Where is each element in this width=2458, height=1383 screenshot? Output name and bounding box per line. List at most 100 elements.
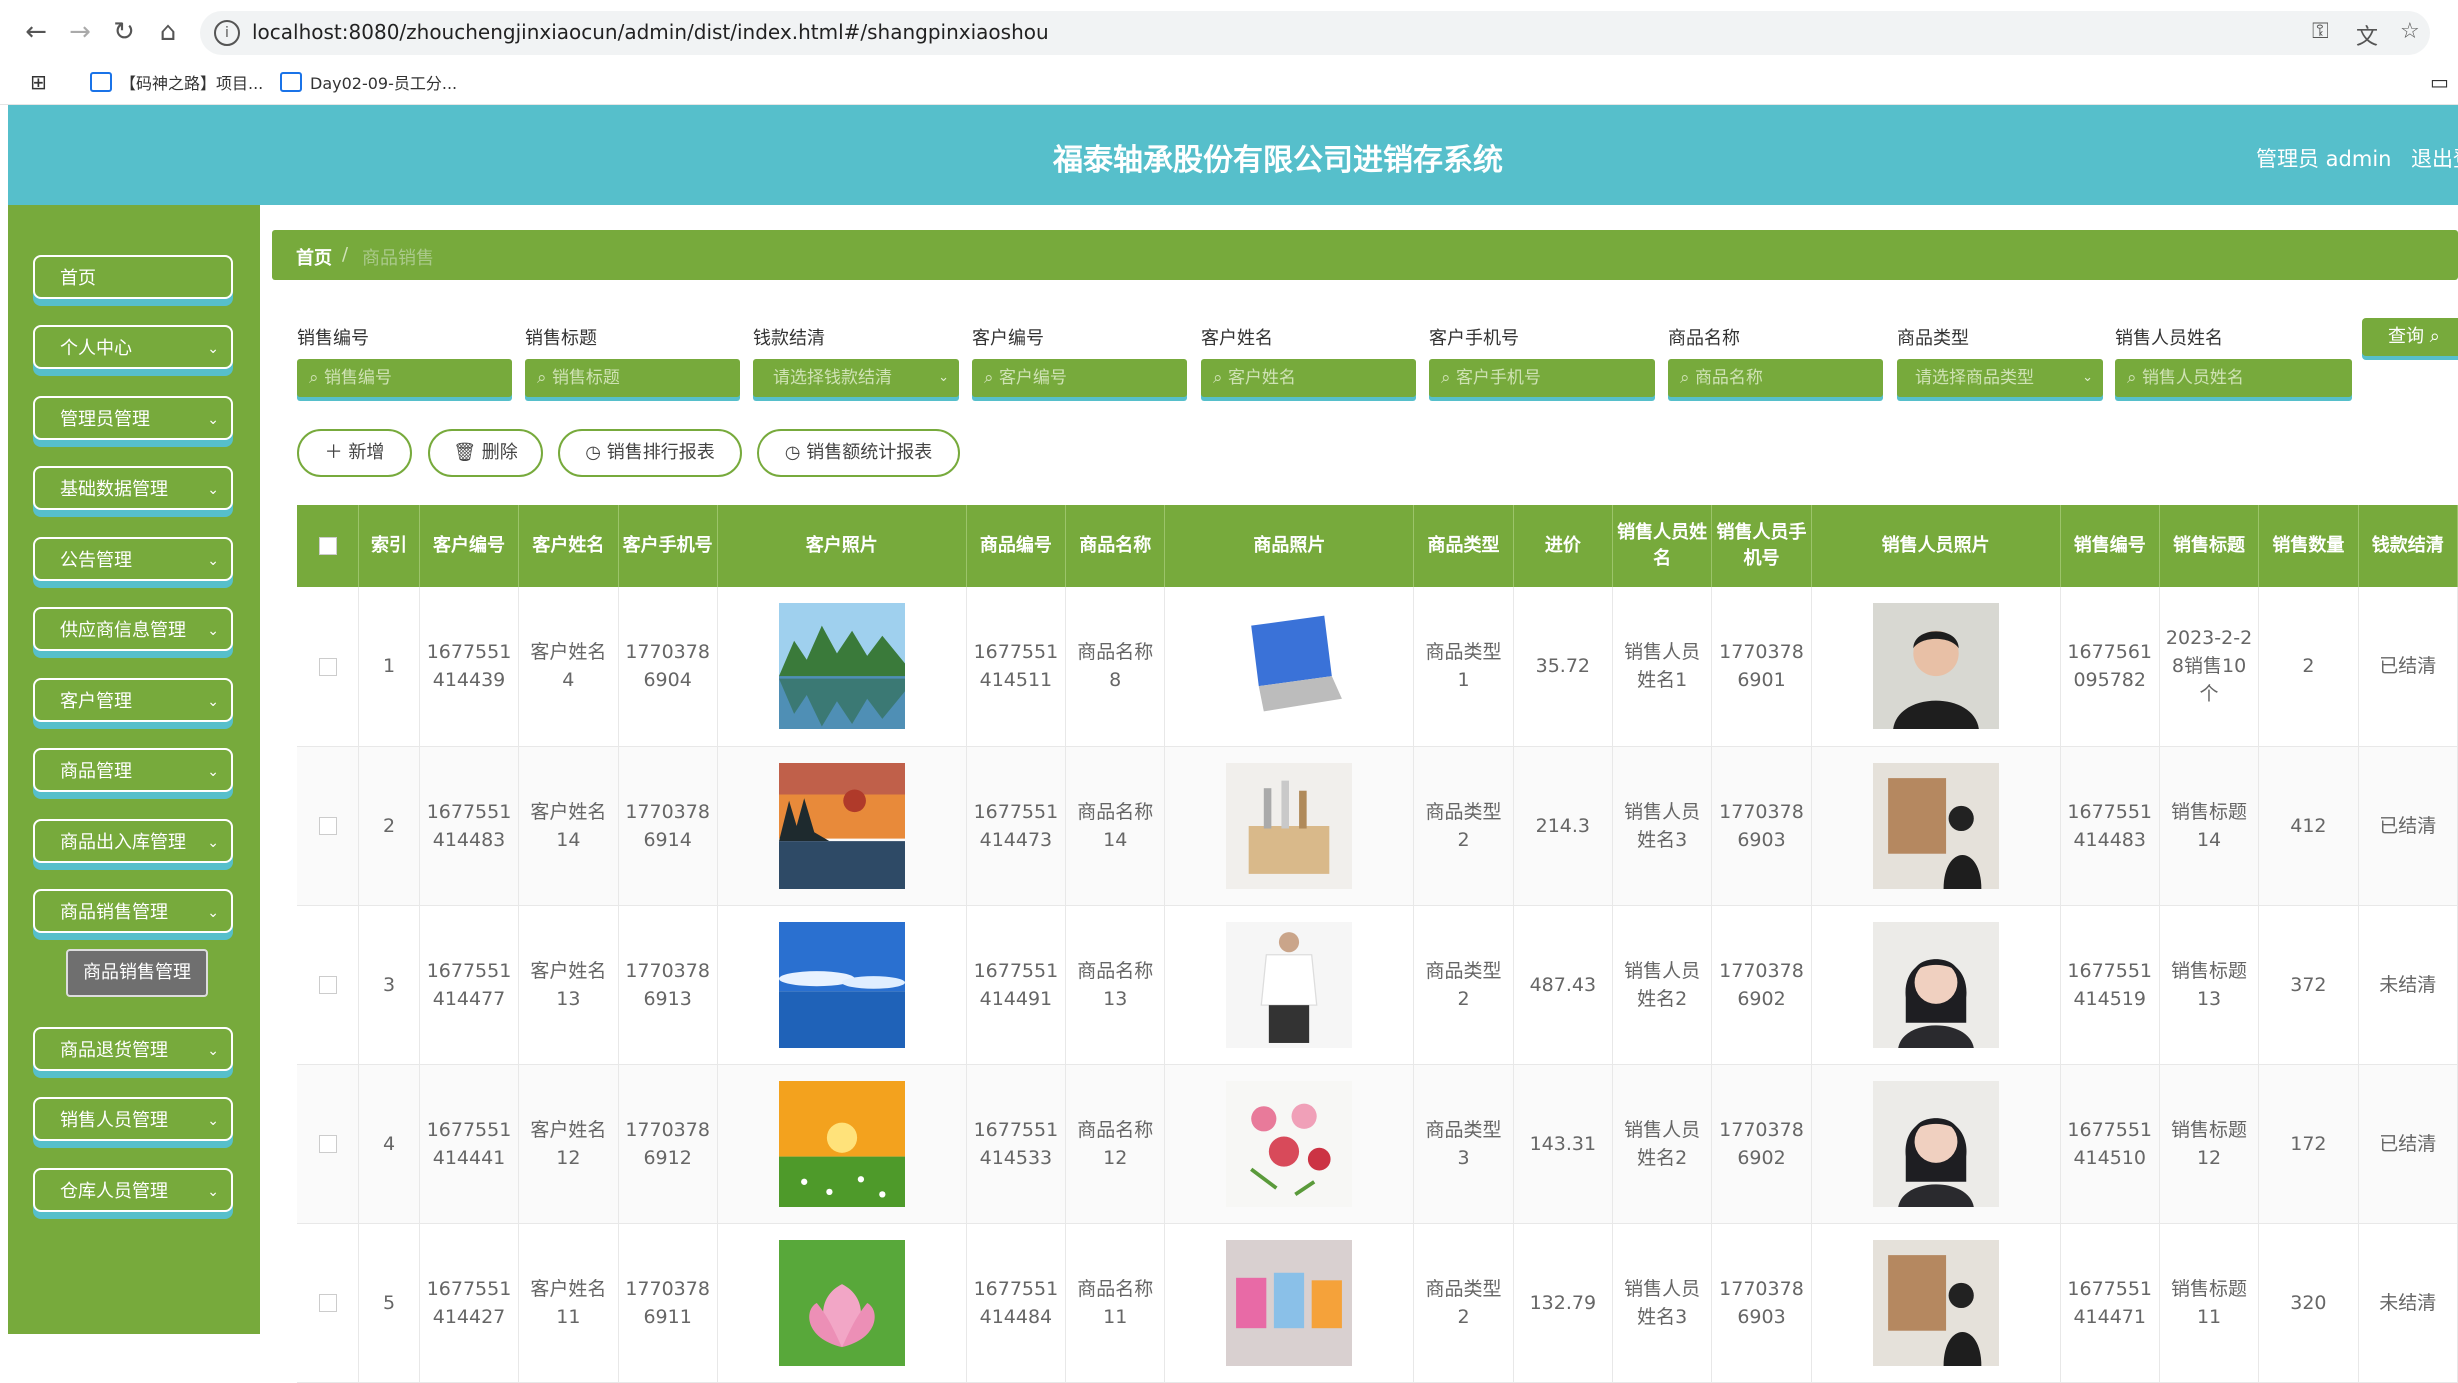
row-checkbox[interactable] [318,1135,337,1153]
man-portrait-photo[interactable] [1872,603,1999,730]
mountain-lake-photo[interactable] [778,603,905,730]
cell-goods-photo[interactable] [1164,1064,1415,1224]
sunset-lake-photo[interactable] [778,762,905,889]
girl-portrait-photo[interactable] [1872,921,1999,1048]
query-button[interactable]: 查询 ⌕ [2362,318,2458,356]
url-text[interactable]: localhost:8080/zhouchengjinxiaocun/admin… [252,20,1049,44]
filter-input-cust-no[interactable]: ⌕ 客户编号 [972,359,1187,397]
sidebar-item-supplier[interactable]: 供应商信息管理 ⌄ [33,607,233,651]
cell-goods-type: 商品类型1 [1413,587,1514,747]
cell-cust-photo[interactable] [717,905,967,1065]
sales-amount-report-button[interactable]: ◷ 销售额统计报表 [757,429,960,477]
row-select-cell[interactable] [297,905,360,1065]
filter-input-goods-name[interactable]: ⌕ 商品名称 [1668,359,1883,397]
table-row[interactable]: 2 1677551414483 客户姓名14 17703786914 167755141… [297,746,2458,906]
table-row[interactable]: 1 1677551414439 客户姓名4 17703786904 1677551414… [297,587,2458,747]
cell-goods-photo[interactable] [1164,1223,1415,1383]
painting-viewer-photo[interactable] [1872,762,1999,889]
colorful-bags-photo[interactable] [1226,1239,1353,1366]
cell-seller-photo[interactable] [1811,587,2061,747]
cell-qty: 2 [2258,587,2359,747]
filter-placeholder: 销售人员姓名 [2141,368,2244,388]
translate-icon[interactable]: 文 [2356,19,2378,51]
filter-select-goods-type[interactable]: 请选择商品类型 ⌄ [1897,359,2103,397]
row-checkbox[interactable] [318,657,337,676]
address-bar[interactable]: i localhost:8080/zhouchengjinxiaocun/adm… [200,11,2430,55]
back-icon[interactable]: ← [18,14,54,50]
column-header: 商品类型 [1413,505,1514,587]
sidebar-item-stock-io[interactable]: 商品出入库管理 ⌄ [33,819,233,863]
sidebar-item-personal-center[interactable]: 个人中心 ⌄ [33,325,233,369]
filter-input-seller-name[interactable]: ⌕ 销售人员姓名 [2115,359,2352,397]
sidebar-item-basic-data[interactable]: 基础数据管理 ⌄ [33,466,233,510]
cell-seller-photo[interactable] [1811,746,2061,906]
sidebar-item-salesperson[interactable]: 销售人员管理 ⌄ [33,1097,233,1141]
cell-cust-photo[interactable] [717,587,967,747]
white-shirt-photo[interactable] [1226,921,1353,1048]
key-icon[interactable]: ⚿ [2312,19,2329,44]
filter-select-settled[interactable]: 请选择钱款结清 ⌄ [753,359,959,397]
breadcrumb-home[interactable]: 首页 [296,244,332,270]
select-all-checkbox[interactable] [318,537,337,555]
filter-input-sale-title[interactable]: ⌕ 销售标题 [525,359,740,397]
sunrise-field-photo[interactable] [778,1080,905,1207]
cell-seller-photo[interactable] [1811,1064,2061,1224]
cell-seller-photo[interactable] [1811,905,2061,1065]
cell-cust-photo[interactable] [717,1223,967,1383]
add-button[interactable]: ＋ 新增 [297,429,412,477]
bookmark-item[interactable]: 【码神之路】项目... [90,70,263,94]
row-checkbox[interactable] [318,817,337,835]
painting-viewer-photo[interactable] [1872,1239,1999,1366]
select-all-cell[interactable] [297,505,360,587]
girl-portrait-photo[interactable] [1872,1080,1999,1207]
filter-input-sale-no[interactable]: ⌕ 销售编号 [297,359,512,397]
apps-grid-icon[interactable]: ⊞ [30,70,47,94]
kitchen-box-photo[interactable] [1226,762,1353,889]
bookmark-item[interactable]: Day02-09-员工分... [280,70,457,94]
laptop-photo[interactable] [1226,603,1353,730]
row-select-cell[interactable] [297,1064,360,1224]
sidebar-subitem-sales-management[interactable]: 商品销售管理 [66,949,208,997]
logout-link[interactable]: 退出登 [2411,143,2458,173]
lotus-photo[interactable] [778,1239,905,1366]
column-header: 销售数量 [2258,505,2359,587]
sidebar-item-warehouse-staff[interactable]: 仓库人员管理 ⌄ [33,1168,233,1212]
star-icon[interactable]: ☆ [2400,19,2420,44]
row-select-cell[interactable] [297,1223,360,1383]
sidebar-item-label: 商品退货管理 [60,1040,168,1061]
cell-goods-no: 1677551414491 [966,905,1067,1065]
table-row[interactable]: 5 1677551414427 客户姓名11 17703786911 167755141… [297,1223,2458,1383]
chevron-down-icon: ⌄ [207,694,219,710]
sidebar-item-goods[interactable]: 商品管理 ⌄ [33,748,233,792]
sidebar-item-admin[interactable]: 管理员管理 ⌄ [33,396,233,440]
cell-goods-photo[interactable] [1164,587,1415,747]
home-icon[interactable]: ⌂ [150,14,186,50]
row-checkbox[interactable] [318,1294,337,1312]
cell-cust-photo[interactable] [717,746,967,906]
cell-cust-photo[interactable] [717,1064,967,1224]
row-select-cell[interactable] [297,746,360,906]
folder-icon[interactable]: ▭ [2430,70,2449,94]
sales-rank-report-button[interactable]: ◷ 销售排行报表 [558,429,742,477]
site-info-icon[interactable]: i [214,20,240,46]
sidebar-item-notice[interactable]: 公告管理 ⌄ [33,537,233,581]
sidebar-item-returns[interactable]: 商品退货管理 ⌄ [33,1027,233,1071]
filter-input-cust-name[interactable]: ⌕ 客户姓名 [1201,359,1416,397]
cell-goods-photo[interactable] [1164,746,1415,906]
flowers-photo[interactable] [1226,1080,1353,1207]
reload-icon[interactable]: ↻ [106,14,142,50]
delete-button[interactable]: 🗑 删除 [428,429,543,477]
sidebar-item-customer[interactable]: 客户管理 ⌄ [33,678,233,722]
sidebar-item-home[interactable]: 首页 [33,255,233,299]
breadcrumb: 首页 / 商品销售 [272,230,2458,280]
row-select-cell[interactable] [297,587,360,747]
forward-icon[interactable]: → [62,14,98,50]
sky-sea-photo[interactable] [778,921,905,1048]
cell-goods-photo[interactable] [1164,905,1415,1065]
table-row[interactable]: 4 1677551414441 客户姓名12 17703786912 167755141… [297,1064,2458,1224]
sidebar-item-sales[interactable]: 商品销售管理 ⌄ [33,889,233,933]
row-checkbox[interactable] [318,976,337,994]
cell-seller-photo[interactable] [1811,1223,2061,1383]
filter-input-cust-phone[interactable]: ⌕ 客户手机号 [1429,359,1655,397]
table-row[interactable]: 3 1677551414477 客户姓名13 17703786913 167755141… [297,905,2458,1065]
